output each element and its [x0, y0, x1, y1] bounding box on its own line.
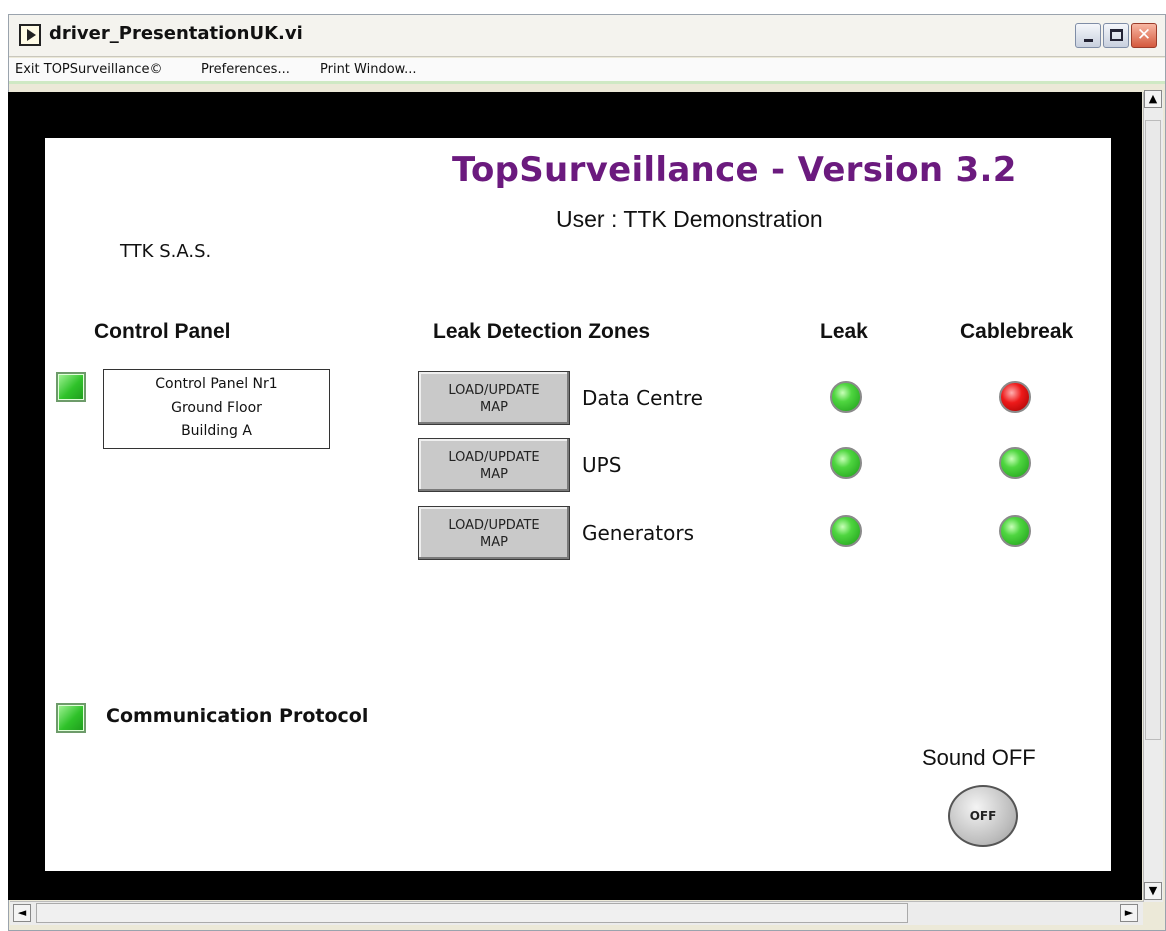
scroll-up-icon[interactable]: ▲	[1144, 90, 1162, 108]
control-panel-line: Building A	[181, 423, 252, 439]
cablebreak-header: Cablebreak	[960, 320, 1074, 343]
menu-exit[interactable]: Exit TOPSurveillance©	[15, 62, 162, 77]
leak-indicator-led	[830, 447, 862, 479]
menu-bar: Exit TOPSurveillance© Preferences... Pri…	[9, 58, 1165, 84]
sound-label: Sound OFF	[922, 745, 1036, 770]
button-label: LOAD/UPDATE	[448, 383, 540, 398]
button-label: MAP	[480, 535, 508, 550]
labview-vi-icon	[19, 24, 41, 46]
horizontal-scroll-thumb[interactable]	[36, 903, 908, 923]
control-panel-line: Control Panel Nr1	[155, 376, 278, 392]
leak-indicator-led	[830, 381, 862, 413]
load-update-map-button[interactable]: LOAD/UPDATE MAP	[418, 438, 570, 492]
minimize-button[interactable]	[1075, 23, 1101, 48]
company-label: TTK S.A.S.	[120, 241, 212, 262]
vertical-scroll-thumb[interactable]	[1145, 120, 1161, 740]
menu-print-window[interactable]: Print Window...	[320, 62, 417, 77]
menu-preferences[interactable]: Preferences...	[201, 62, 290, 77]
control-panel-info-box: Control Panel Nr1 Ground Floor Building …	[103, 369, 330, 449]
zone-name: UPS	[582, 453, 622, 477]
sound-off-button[interactable]: OFF	[948, 785, 1018, 847]
maximize-button[interactable]	[1103, 23, 1129, 48]
scroll-right-icon[interactable]: ►	[1120, 904, 1138, 922]
communication-protocol-label: Communication Protocol	[106, 705, 369, 727]
leak-indicator-led	[830, 515, 862, 547]
minimize-icon	[1084, 39, 1093, 42]
page-title: TopSurveillance - Version 3.2	[452, 150, 1017, 190]
scroll-left-icon[interactable]: ◄	[13, 904, 31, 922]
button-label: MAP	[480, 400, 508, 415]
close-icon: ✕	[1136, 25, 1152, 45]
user-label: User : TTK Demonstration	[556, 206, 823, 232]
control-panel-status-led	[56, 372, 86, 402]
load-update-map-button[interactable]: LOAD/UPDATE MAP	[418, 371, 570, 425]
zone-name: Data Centre	[582, 386, 703, 410]
button-label: LOAD/UPDATE	[448, 450, 540, 465]
scroll-down-icon[interactable]: ▼	[1144, 882, 1162, 900]
zones-header: Leak Detection Zones	[433, 320, 651, 343]
cablebreak-indicator-led	[999, 515, 1031, 547]
communication-status-led	[56, 703, 86, 733]
cablebreak-indicator-led	[999, 381, 1031, 413]
leak-header: Leak	[820, 320, 868, 343]
title-bar[interactable]: driver_PresentationUK.vi ✕	[9, 15, 1165, 57]
button-label: LOAD/UPDATE	[448, 518, 540, 533]
cablebreak-indicator-led	[999, 447, 1031, 479]
control-panel-line: Ground Floor	[171, 400, 262, 416]
maximize-icon	[1110, 29, 1123, 41]
close-button[interactable]: ✕	[1131, 23, 1157, 48]
load-update-map-button[interactable]: LOAD/UPDATE MAP	[418, 506, 570, 560]
button-label: MAP	[480, 467, 508, 482]
sound-button-label: OFF	[969, 809, 997, 823]
window-title: driver_PresentationUK.vi	[49, 23, 303, 44]
zone-name: Generators	[582, 521, 694, 545]
control-panel-header: Control Panel	[94, 320, 231, 343]
